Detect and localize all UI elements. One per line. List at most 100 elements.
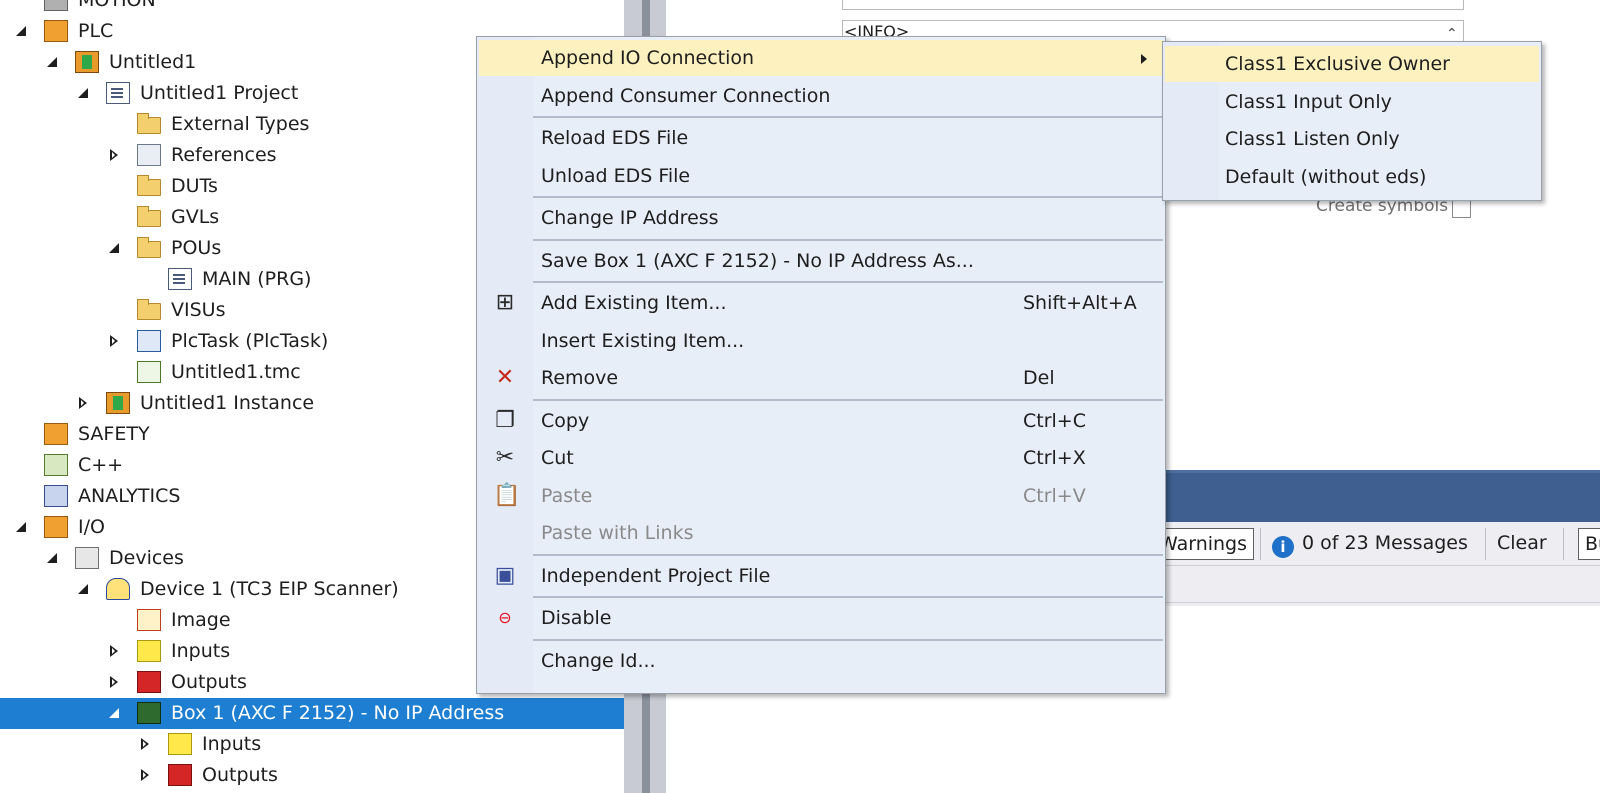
tree-item-label: MAIN (PRG) — [202, 268, 312, 290]
menu-item-label: Independent Project File — [541, 564, 771, 587]
motion-icon — [44, 0, 68, 11]
collapse-arrow-icon[interactable] — [14, 517, 28, 537]
menu-item-label: Paste — [541, 484, 593, 507]
menu-item-label: Paste with Links — [541, 522, 694, 544]
tree-item-label: SAFETY — [78, 423, 150, 445]
folder-open-icon — [137, 237, 161, 258]
tree-item-label: Untitled1.tmc — [171, 361, 301, 383]
menu-item-independent-project-file[interactable]: ▣ Independent Project File — [479, 558, 1163, 594]
collapse-arrow-icon[interactable] — [107, 238, 121, 258]
inputs-icon — [137, 640, 161, 662]
collapse-arrow-icon[interactable] — [45, 52, 59, 72]
menu-item-remove[interactable]: ✕ Remove Del — [479, 360, 1163, 396]
menu-item-label: Insert Existing Item... — [541, 329, 745, 352]
menu-item-unload-eds-file[interactable]: Unload EDS File — [479, 158, 1163, 194]
info-icon: i — [1272, 536, 1294, 558]
collapse-arrow-icon[interactable] — [14, 21, 28, 41]
property-field-top[interactable] — [842, 0, 1464, 10]
expand-arrow-icon[interactable] — [138, 765, 152, 785]
tree-item-label: Device 1 (TC3 EIP Scanner) — [140, 578, 399, 600]
menu-item-append-consumer-connection[interactable]: Append Consumer Connection — [479, 78, 1163, 114]
error-list-body — [1160, 606, 1600, 793]
menu-item-append-io-connection[interactable]: Append IO Connection — [479, 40, 1163, 76]
program-icon — [168, 268, 192, 290]
messages-count-label: 0 of 23 Messages — [1302, 532, 1468, 554]
menu-item-label: Append IO Connection — [541, 47, 755, 69]
menu-item-change-ip-address[interactable]: Change IP Address — [479, 200, 1163, 236]
outputs-icon — [168, 764, 192, 786]
expand-arrow-icon[interactable] — [76, 393, 90, 413]
collapse-arrow-icon[interactable] — [76, 83, 90, 103]
expand-arrow-icon[interactable] — [107, 145, 121, 165]
tree-item-inputs[interactable]: Inputs — [0, 729, 624, 760]
menu-item-shortcut: Ctrl+V — [1023, 484, 1086, 507]
submenu-item-class1-listen-only[interactable]: Class1 Listen Only — [1165, 121, 1539, 157]
submenu-item-label: Class1 Input Only — [1225, 90, 1392, 113]
expand-arrow-icon[interactable] — [107, 672, 121, 692]
menu-separator — [533, 596, 1163, 598]
menu-item-label: Append Consumer Connection — [541, 84, 831, 107]
menu-item-paste: 📋 Paste Ctrl+V — [479, 478, 1163, 514]
tree-item-label: PlcTask (PlcTask) — [171, 330, 329, 352]
collapse-arrow-icon[interactable] — [107, 703, 121, 723]
menu-item-save-box-1-axc-f-2152-no-ip-address-as[interactable]: Save Box 1 (AXC F 2152) - No IP Address … — [479, 243, 1163, 279]
submenu-item-default-without-eds[interactable]: Default (without eds) — [1165, 159, 1539, 195]
menu-item-label: Copy — [541, 409, 590, 432]
cpp-icon — [44, 454, 68, 476]
menu-separator — [533, 281, 1163, 283]
toolbar-separator — [1485, 528, 1486, 560]
menu-item-insert-existing-item[interactable]: Insert Existing Item... — [479, 323, 1163, 359]
expand-arrow-icon[interactable] — [107, 641, 121, 661]
tmc-icon — [137, 361, 161, 383]
tree-item-label: POUs — [171, 237, 222, 259]
tree-item-outputs[interactable]: Outputs — [0, 760, 624, 791]
add-existing-icon: ⊞ — [495, 290, 515, 315]
menu-item-copy[interactable]: ❐ Copy Ctrl+C — [479, 403, 1163, 439]
collapse-arrow-icon[interactable] — [45, 548, 59, 568]
menu-item-label: Remove — [541, 367, 619, 389]
messages-filter-button[interactable]: i 0 of 23 Messages — [1272, 528, 1468, 560]
append-io-connection-submenu: Class1 Exclusive Owner Class1 Input Only C… — [1162, 41, 1542, 201]
tree-item-label: External Types — [171, 113, 310, 135]
menu-item-change-id[interactable]: Change Id... — [479, 643, 1163, 679]
menu-item-label: Reload EDS File — [541, 127, 689, 149]
build-filter-combo[interactable]: Bu — [1578, 528, 1600, 560]
tree-item-label: Outputs — [202, 764, 278, 786]
menu-item-add-existing-item[interactable]: ⊞ Add Existing Item... Shift+Alt+A — [479, 285, 1163, 321]
collapse-arrow-icon[interactable] — [76, 579, 90, 599]
project-icon — [106, 82, 130, 104]
menu-item-reload-eds-file[interactable]: Reload EDS File — [479, 120, 1163, 156]
menu-item-cut[interactable]: ✂ Cut Ctrl+X — [479, 440, 1163, 476]
folder-icon — [137, 113, 161, 134]
submenu-item-class1-input-only[interactable]: Class1 Input Only — [1165, 84, 1539, 120]
task-icon — [137, 330, 161, 352]
plc-icon — [44, 20, 68, 42]
menu-separator — [533, 638, 1163, 641]
outputs-icon — [137, 671, 161, 693]
tree-item-label: I/O — [78, 516, 105, 538]
cut-icon: ✂ — [495, 445, 515, 470]
menu-item-disable[interactable]: ⊖ Disable — [479, 600, 1163, 636]
paste-icon: 📋 — [493, 482, 521, 508]
menu-item-label: Change IP Address — [541, 207, 719, 229]
chevron-up-icon[interactable]: ⌃ — [1446, 26, 1458, 42]
expand-arrow-icon[interactable] — [138, 734, 152, 754]
expand-arrow-icon[interactable] — [107, 331, 121, 351]
toolbar-separator — [1260, 528, 1261, 560]
submenu-item-class1-exclusive-owner[interactable]: Class1 Exclusive Owner — [1165, 46, 1539, 82]
clear-button[interactable]: Clear — [1497, 528, 1547, 560]
create-symbols-checkbox[interactable] — [1452, 199, 1471, 218]
tree-item-motion[interactable]: MOTION — [0, 0, 624, 16]
box-icon — [137, 702, 161, 724]
instance-icon — [106, 392, 130, 414]
menu-separator — [533, 238, 1163, 241]
tree-item-box-1-axc-f-2152-no-ip-address[interactable]: Box 1 (AXC F 2152) - No IP Address — [0, 698, 624, 729]
menu-item-label: Save Box 1 (AXC F 2152) - No IP Address … — [541, 249, 974, 272]
folder-icon — [137, 299, 161, 320]
menu-item-shortcut: Ctrl+C — [1023, 409, 1086, 432]
tree-item-label: ANALYTICS — [78, 485, 181, 507]
analytics-icon — [44, 485, 68, 507]
toolbar-separator — [1563, 528, 1564, 560]
disable-icon: ⊖ — [498, 608, 512, 627]
error-list-header — [1160, 470, 1600, 522]
